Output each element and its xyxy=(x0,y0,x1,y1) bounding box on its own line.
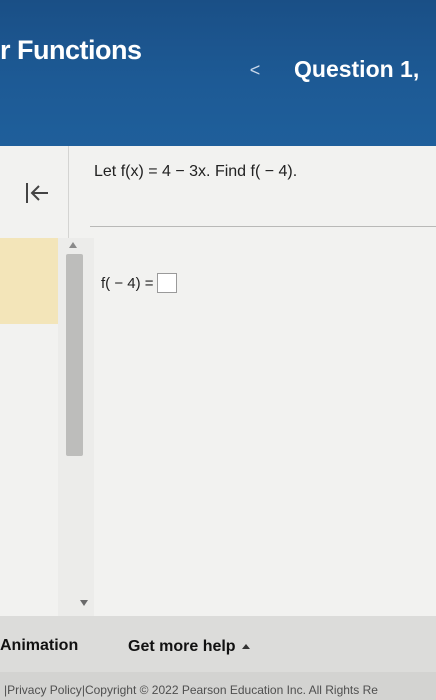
previous-question-button[interactable]: < xyxy=(244,58,266,82)
scrollbar-thumb[interactable] xyxy=(66,254,83,456)
get-more-help-label: Get more help xyxy=(128,638,236,655)
caret-up-icon xyxy=(241,644,250,650)
question-number: Question 1, xyxy=(294,56,420,82)
animation-link[interactable]: Animation xyxy=(0,637,78,655)
collapse-left-icon xyxy=(26,183,48,203)
scroll-up-arrow-icon[interactable] xyxy=(69,242,77,248)
answer-label: f( − 4) = xyxy=(101,274,154,292)
answer-row: f( − 4) = xyxy=(101,273,177,293)
chevron-left-icon: < xyxy=(249,60,261,80)
legal-links: |Privacy Policy|Copyright © 2022 Pearson… xyxy=(4,683,378,697)
question-prompt: Let f(x) = 4 − 3x. Find f( − 4). xyxy=(94,163,298,180)
collapse-panel-button[interactable] xyxy=(22,178,52,208)
privacy-policy-link[interactable]: Privacy Policy xyxy=(7,683,82,697)
question-divider xyxy=(90,226,436,227)
assignment-title: r Functions xyxy=(0,35,142,65)
answer-input[interactable] xyxy=(156,273,177,293)
scroll-down-arrow-icon[interactable] xyxy=(80,600,88,606)
highlight-strip xyxy=(0,238,58,324)
get-more-help-button[interactable]: Get more help xyxy=(128,638,250,656)
panel-divider xyxy=(68,146,69,238)
copyright-link[interactable]: Copyright © 2022 Pearson Education Inc. … xyxy=(85,683,378,697)
